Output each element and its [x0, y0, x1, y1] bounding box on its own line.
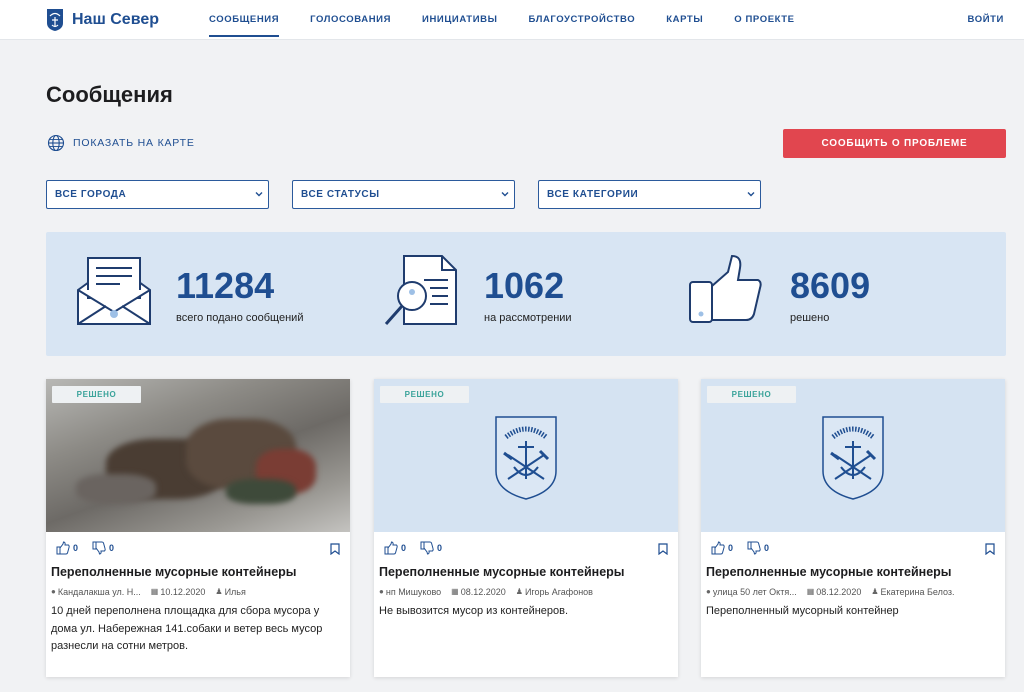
stat-review-value: 1062: [484, 265, 565, 306]
nav-about[interactable]: О ПРОЕКТЕ: [734, 0, 794, 40]
card-author: Игорь Агафонов: [524, 586, 593, 597]
status-filter-select[interactable]: ВСЕ СТАТУСЫ: [292, 180, 515, 209]
envelope-icon: [77, 257, 151, 325]
card-placeholder-image: РЕШЕНО: [374, 379, 678, 532]
card-placeholder-image: РЕШЕНО: [701, 379, 1005, 532]
login-link[interactable]: ВОЙТИ: [968, 0, 1004, 40]
like-button[interactable]: 0: [384, 541, 406, 555]
like-count: 0: [401, 543, 407, 553]
card-title[interactable]: Переполненные мусорные контейнеры: [51, 565, 347, 579]
calendar-icon: ▦: [451, 587, 459, 596]
stat-review-label: на рассмотрении: [484, 312, 572, 324]
card-date: 08.12.2020: [460, 586, 506, 597]
status-badge: РЕШЕНО: [52, 386, 141, 403]
card-title[interactable]: Переполненные мусорные контейнеры: [706, 565, 1002, 579]
nav-votes[interactable]: ГОЛОСОВАНИЯ: [310, 0, 391, 40]
card-title[interactable]: Переполненные мусорные контейнеры: [379, 565, 675, 579]
top-header: Наш Север СООБЩЕНИЯ ГОЛОСОВАНИЯ ИНИЦИАТИ…: [0, 0, 1024, 40]
card-location: Кандалакша ул. Н...: [57, 586, 141, 597]
card-date: 08.12.2020: [816, 586, 862, 597]
thumbs-up-icon: [384, 541, 398, 555]
location-pin-icon: ●: [706, 587, 711, 596]
bookmark-icon[interactable]: [330, 543, 340, 555]
location-pin-icon: ●: [379, 587, 384, 596]
card-date: 10.12.2020: [160, 586, 206, 597]
card-meta: ● Кандалакша ул. Н... ▦ 10.12.2020 ♟ Илья: [51, 585, 349, 598]
location-pin-icon: ●: [51, 587, 56, 596]
bookmark-icon[interactable]: [658, 543, 668, 555]
category-filter-select[interactable]: ВСЕ КАТЕГОРИИ: [538, 180, 761, 209]
message-card[interactable]: РЕШЕНО 0 0 Переполненные мусорные контей…: [701, 379, 1005, 677]
chevron-down-icon: [501, 192, 509, 197]
chevron-down-icon: [255, 192, 263, 197]
card-description: Не вывозится мусор из контейнеров.: [379, 605, 569, 617]
card-reactions: 0 0: [711, 541, 783, 555]
nav-maps[interactable]: КАРТЫ: [666, 0, 703, 40]
report-problem-button[interactable]: СООБЩИТЬ О ПРОБЛЕМЕ: [783, 129, 1006, 158]
dislike-count: 0: [109, 543, 115, 553]
user-icon: ♟: [215, 587, 223, 596]
calendar-icon: ▦: [806, 587, 815, 596]
card-description: 10 дней переполнена площадка для сбора м…: [51, 605, 323, 652]
card-author: Илья: [224, 586, 246, 597]
card-photo: РЕШЕНО: [46, 379, 350, 532]
stat-solved-label: решено: [790, 312, 830, 324]
document-search-icon: [384, 255, 457, 325]
chevron-down-icon: [747, 192, 755, 197]
globe-icon: [47, 134, 65, 152]
nav-initiatives[interactable]: ИНИЦИАТИВЫ: [422, 0, 497, 40]
site-logo[interactable]: Наш Север: [46, 8, 159, 32]
stat-total-label: всего подано сообщений: [176, 312, 304, 324]
stats-panel: 11284 всего подано сообщений 1062 на рас…: [46, 232, 1006, 356]
stat-total-value: 11284: [176, 265, 275, 306]
coat-of-arms-icon: [47, 9, 63, 31]
thumbs-down-icon: [420, 541, 434, 555]
like-count: 0: [73, 543, 79, 553]
like-count: 0: [728, 543, 734, 553]
page-title: Сообщения: [46, 82, 173, 107]
nav-messages[interactable]: СООБЩЕНИЯ: [209, 0, 280, 40]
card-location: нп Мишуково: [385, 586, 442, 597]
card-reactions: 0 0: [56, 541, 128, 555]
thumbs-down-icon: [747, 541, 761, 555]
thumbs-up-icon: [56, 541, 70, 555]
category-filter-value: ВСЕ КАТЕГОРИИ: [547, 189, 639, 200]
like-button[interactable]: 0: [711, 541, 733, 555]
nav-improvement[interactable]: БЛАГОУСТРОЙСТВО: [529, 0, 636, 40]
coat-of-arms-icon: [495, 416, 557, 500]
coat-of-arms-icon: [822, 416, 884, 500]
thumbs-up-icon: [711, 541, 725, 555]
dislike-button[interactable]: 0: [92, 541, 114, 555]
card-author: Екатерина Белоз.: [880, 586, 955, 597]
stat-solved-value: 8609: [790, 265, 871, 306]
dislike-button[interactable]: 0: [747, 541, 769, 555]
bookmark-icon[interactable]: [985, 543, 995, 555]
logo-text: Наш Север: [72, 11, 159, 28]
card-meta: ● улица 50 лет Октя... ▦ 08.12.2020 ♟ Екате…: [706, 585, 1004, 598]
city-filter-value: ВСЕ ГОРОДА: [55, 189, 127, 200]
status-badge: РЕШЕНО: [707, 386, 796, 403]
card-location: улица 50 лет Октя...: [712, 586, 797, 597]
card-reactions: 0 0: [384, 541, 456, 555]
show-on-map-link[interactable]: ПОКАЗАТЬ НА КАРТЕ: [47, 134, 195, 152]
city-filter-select[interactable]: ВСЕ ГОРОДА: [46, 180, 269, 209]
thumbs-down-icon: [92, 541, 106, 555]
like-button[interactable]: 0: [56, 541, 78, 555]
user-icon: ♟: [515, 587, 523, 596]
message-card[interactable]: РЕШЕНО 0 0 Переполненные мусорные контей…: [46, 379, 350, 677]
status-filter-value: ВСЕ СТАТУСЫ: [301, 189, 380, 200]
show-on-map-label: ПОКАЗАТЬ НА КАРТЕ: [73, 137, 195, 149]
card-meta: ● нп Мишуково ▦ 08.12.2020 ♟ Игорь Агафонов: [379, 585, 677, 598]
calendar-icon: ▦: [150, 587, 159, 596]
message-card[interactable]: РЕШЕНО 0 0 Переполненные мусорные контей…: [374, 379, 678, 677]
user-icon: ♟: [871, 587, 879, 596]
dislike-count: 0: [764, 543, 770, 553]
status-badge: РЕШЕНО: [380, 386, 469, 403]
thumbs-up-icon: [689, 254, 762, 323]
main-nav: СООБЩЕНИЯ ГОЛОСОВАНИЯ ИНИЦИАТИВЫ БЛАГОУС…: [209, 0, 826, 40]
dislike-count: 0: [437, 543, 443, 553]
card-description: Переполненный мусорный контейнер: [706, 605, 899, 617]
dislike-button[interactable]: 0: [420, 541, 442, 555]
